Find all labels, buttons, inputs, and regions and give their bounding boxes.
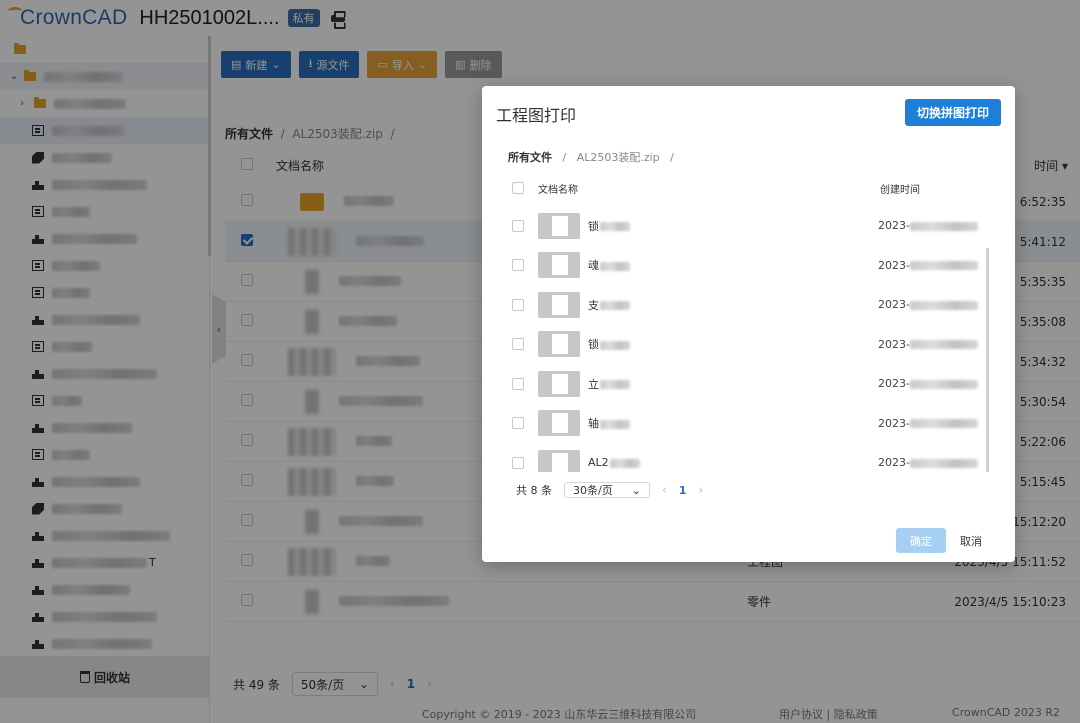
drawing-thumbnail bbox=[538, 370, 580, 397]
dialog-file-name: 轴 bbox=[588, 417, 599, 431]
dialog-file-name: AL2 bbox=[588, 456, 609, 470]
drawing-thumbnail bbox=[538, 212, 580, 239]
dialog-file-date: 2023- bbox=[878, 337, 910, 351]
dialog-row-checkbox[interactable] bbox=[512, 259, 524, 272]
dialog-file-name: 锁 bbox=[588, 338, 599, 352]
dialog-file-name: 魂 bbox=[588, 259, 599, 273]
dialog-select-all-checkbox[interactable] bbox=[512, 182, 524, 194]
dialog-page-number[interactable]: 1 bbox=[679, 484, 687, 497]
dialog-row-checkbox[interactable] bbox=[512, 219, 524, 232]
drawing-thumbnail bbox=[538, 449, 580, 472]
redacted-name bbox=[600, 261, 630, 271]
dialog-scrollbar[interactable] bbox=[986, 248, 989, 472]
dialog-page-size-value: 30条/页 bbox=[573, 484, 613, 497]
dialog-file-name: 立 bbox=[588, 377, 599, 391]
dialog-total-count: 共 8 条 bbox=[516, 484, 552, 497]
redacted-date bbox=[909, 379, 978, 389]
redacted-date bbox=[909, 458, 978, 468]
dialog-row-checkbox[interactable] bbox=[512, 377, 524, 390]
redacted-date bbox=[909, 221, 978, 231]
dialog-breadcrumb-folder[interactable]: AL2503装配.zip bbox=[577, 151, 660, 164]
dialog-file-date: 2023- bbox=[878, 416, 910, 430]
dialog-breadcrumb: 所有文件 / AL2503装配.zip / bbox=[508, 151, 674, 164]
redacted-date bbox=[909, 261, 978, 271]
dialog-file-date: 2023- bbox=[878, 456, 910, 470]
redacted-name bbox=[609, 458, 640, 468]
dialog-file-list: 锁 2023- 魂 2023- 支 2023- 锁 2023- 立 2023- 轴 2023- AL2 2… bbox=[512, 206, 982, 472]
dialog-pagination: 共 8 条 30条/页 ⌄ ‹ 1 › bbox=[516, 482, 703, 498]
switch-puzzle-print-button[interactable]: 切换拼图打印 bbox=[904, 99, 1001, 126]
dialog-row-checkbox[interactable] bbox=[512, 456, 524, 469]
dialog-list-item[interactable]: 支 2023- bbox=[512, 285, 982, 325]
redacted-date bbox=[909, 419, 978, 429]
drawing-thumbnail bbox=[538, 291, 580, 318]
dialog-list-item[interactable]: 轴 2023- bbox=[512, 404, 982, 444]
dialog-file-date: 2023- bbox=[878, 377, 910, 391]
dialog-prev-page-button[interactable]: ‹ bbox=[662, 483, 667, 497]
redacted-date bbox=[909, 340, 978, 350]
dialog-list-item[interactable]: 锁 2023- bbox=[512, 206, 982, 246]
dialog-row-checkbox[interactable] bbox=[512, 417, 524, 430]
dialog-next-page-button[interactable]: › bbox=[698, 483, 703, 497]
confirm-button[interactable]: 确定 bbox=[896, 528, 946, 553]
redacted-name bbox=[600, 419, 630, 429]
cancel-button[interactable]: 取消 bbox=[960, 528, 982, 553]
dialog-list-item[interactable]: 立 2023- bbox=[512, 364, 982, 404]
drawing-thumbnail bbox=[538, 252, 580, 279]
dialog-page-size-select[interactable]: 30条/页 ⌄ bbox=[564, 482, 650, 498]
redacted-name bbox=[600, 340, 630, 350]
dialog-title: 工程图打印 bbox=[496, 106, 577, 125]
dialog-file-date: 2023- bbox=[878, 258, 910, 272]
dialog-column-time: 创建时间 bbox=[880, 184, 920, 196]
dialog-file-date: 2023- bbox=[878, 219, 910, 233]
drawing-print-dialog: 工程图打印 切换拼图打印 所有文件 / AL2503装配.zip / 文档名称 … bbox=[482, 86, 1015, 562]
dialog-list-item[interactable]: 锁 2023- bbox=[512, 325, 982, 365]
redacted-name bbox=[600, 380, 630, 390]
dialog-list-item[interactable]: AL2 2023- bbox=[512, 443, 982, 472]
chevron-down-icon: ⌄ bbox=[631, 483, 641, 497]
redacted-name bbox=[600, 222, 630, 232]
dialog-file-name: 锁 bbox=[588, 219, 599, 233]
redacted-date bbox=[909, 300, 978, 310]
dialog-file-date: 2023- bbox=[878, 298, 910, 312]
dialog-column-name: 文档名称 bbox=[538, 184, 578, 196]
drawing-thumbnail bbox=[538, 331, 580, 358]
dialog-row-checkbox[interactable] bbox=[512, 338, 524, 351]
dialog-file-name: 支 bbox=[588, 298, 599, 312]
drawing-thumbnail bbox=[538, 410, 580, 437]
redacted-name bbox=[600, 301, 630, 311]
dialog-table-header: 文档名称 创建时间 bbox=[512, 180, 982, 196]
dialog-row-checkbox[interactable] bbox=[512, 298, 524, 311]
dialog-list-item[interactable]: 魂 2023- bbox=[512, 246, 982, 286]
dialog-breadcrumb-root[interactable]: 所有文件 bbox=[508, 151, 552, 164]
